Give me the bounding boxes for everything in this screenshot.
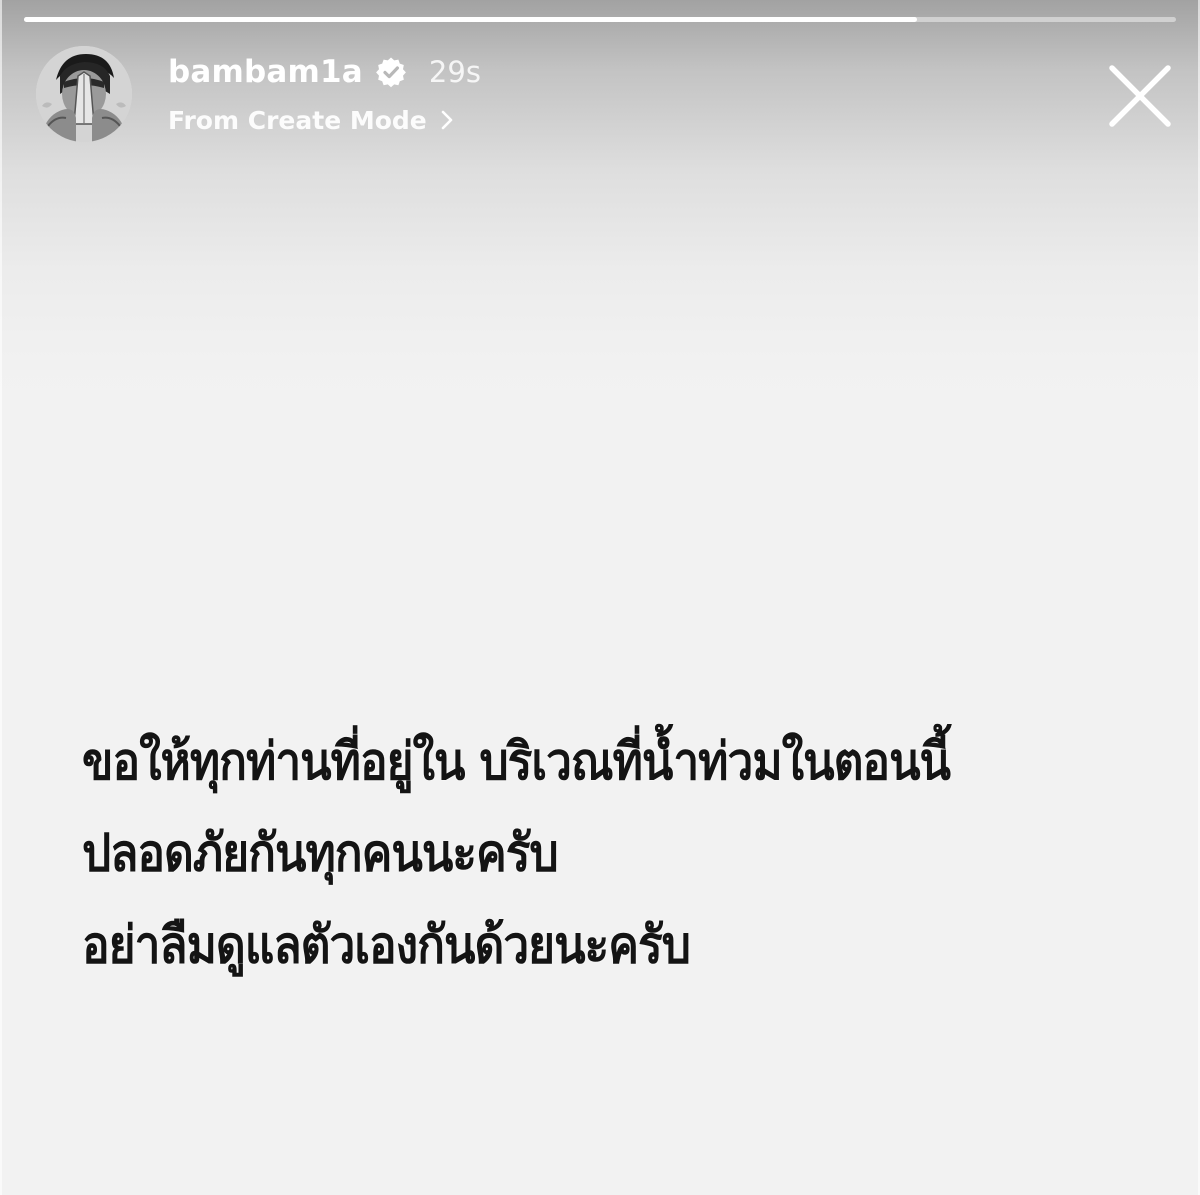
story-text-line: ปลอดภัยกันทุกคนนะครับ <box>82 822 559 883</box>
close-icon <box>1109 65 1171 127</box>
story-progress-fill <box>24 17 917 22</box>
story-progress-bar <box>24 17 1176 22</box>
create-mode-label: From Create Mode <box>168 105 427 135</box>
verified-badge-icon <box>376 57 406 88</box>
avatar[interactable] <box>36 46 132 142</box>
story-text: ขอให้ทุกท่านที่อยู่ใน บริเวณที่น้ำท่วมใน… <box>82 715 1142 991</box>
left-edge <box>0 0 2 1195</box>
story-user-row: bambam1a 29s <box>168 52 481 92</box>
avatar-prayer-hands-icon <box>36 46 132 142</box>
chevron-right-icon <box>441 110 453 130</box>
username[interactable]: bambam1a <box>168 54 363 90</box>
create-mode-link[interactable]: From Create Mode <box>168 102 455 138</box>
story-viewer[interactable]: bambam1a 29s From Create Mode ขอให้ทุกท่… <box>0 0 1200 1195</box>
story-text-line: ขอให้ทุกท่านที่อยู่ใน บริเวณที่น้ำท่วมใน… <box>82 730 951 792</box>
story-text-line: อย่าลืมดูแลตัวเองกันด้วยนะครับ <box>82 914 691 975</box>
close-button[interactable] <box>1106 62 1174 130</box>
story-timestamp: 29s <box>428 55 481 89</box>
